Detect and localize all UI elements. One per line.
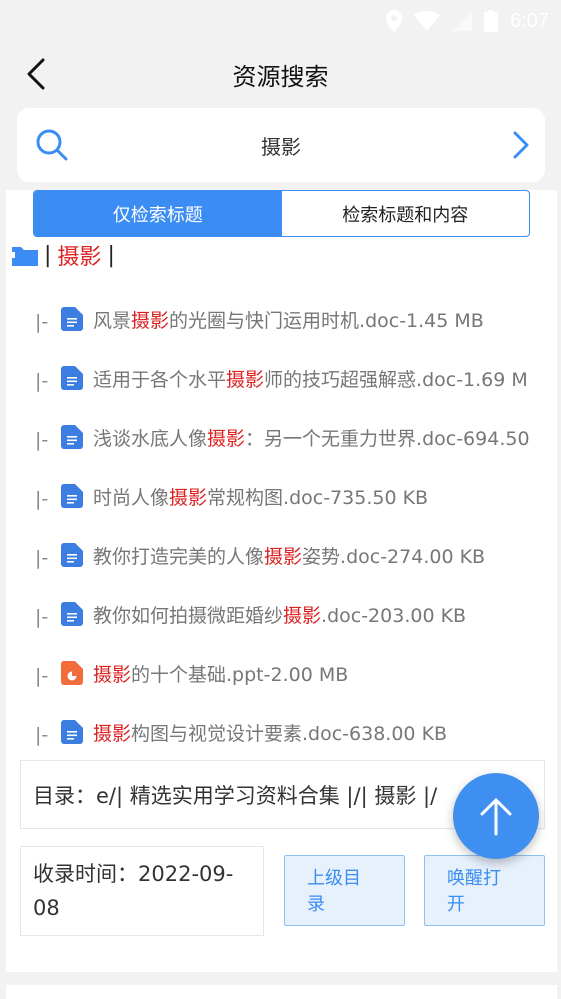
scroll-to-top-button[interactable] <box>453 773 539 859</box>
record-time-line1: 收录时间：2022-09- <box>33 862 234 886</box>
parent-directory-label-1: 上级目 <box>307 868 361 889</box>
doc-file-icon <box>61 307 83 331</box>
chevron-left-icon <box>27 58 45 90</box>
signal-icon <box>452 11 473 31</box>
search-bar[interactable]: 摄影 <box>17 108 545 182</box>
arrow-up-icon <box>480 798 512 836</box>
folder-row[interactable]: | 摄影 | <box>12 240 115 270</box>
app-bar: 资源搜索 <box>0 42 561 106</box>
folder-sep-left: | <box>44 242 52 268</box>
search-mode-toggle: 仅检索标题 检索标题和内容 <box>33 190 530 237</box>
tab-title-only[interactable]: 仅检索标题 <box>34 191 282 236</box>
record-time-line2: 08 <box>33 896 60 920</box>
wifi-icon <box>414 11 441 31</box>
file-name: 浅谈水底人像摄影：另一个无重力世界.doc-694.50 <box>93 427 530 450</box>
file-name: 时尚人像摄影常规构图.doc-735.50 KB <box>93 486 429 509</box>
file-item[interactable]: |- 浅谈水底人像摄影：另一个无重力世界.doc-694.50 <box>35 412 545 462</box>
file-name: 教你打造完美的人像摄影姿势.doc-274.00 KB <box>93 545 486 568</box>
file-prefix: |- <box>35 606 49 628</box>
file-item[interactable]: |- 教你如何拍摄微距婚纱摄影.doc-203.00 KB <box>35 589 545 639</box>
search-query[interactable]: 摄影 <box>261 131 301 160</box>
folder-sep-right: | <box>107 242 115 268</box>
file-item[interactable]: |- 摄影构图与视觉设计要素.doc-638.00 KB <box>35 707 545 757</box>
folder-name: 摄影 <box>57 245 102 270</box>
doc-file-icon <box>61 602 83 626</box>
file-item[interactable]: |- 风景摄影的光圈与快门运用时机.doc-1.45 MB <box>35 294 545 344</box>
file-name: 摄影的十个基础.ppt-2.00 MB <box>93 663 349 686</box>
parent-directory-label-2: 录 <box>307 894 325 915</box>
wake-open-label-1: 唤醒打 <box>447 868 501 889</box>
file-prefix: |- <box>35 488 49 510</box>
parent-directory-button[interactable]: 上级目 录 <box>284 855 405 926</box>
doc-file-icon <box>61 366 83 390</box>
file-prefix: |- <box>35 724 49 746</box>
ppt-file-icon <box>61 661 83 685</box>
next-result-card <box>6 985 557 999</box>
file-item[interactable]: |- 时尚人像摄影常规构图.doc-735.50 KB <box>35 471 545 521</box>
status-bar: 6:07 <box>0 0 561 42</box>
folder-icon <box>12 247 38 266</box>
file-name: 适用于各个水平摄影师的技巧超强解惑.doc-1.69 M <box>93 368 528 391</box>
file-item[interactable]: |- 教你打造完美的人像摄影姿势.doc-274.00 KB <box>35 530 545 580</box>
doc-file-icon <box>61 484 83 508</box>
page-title: 资源搜索 <box>232 62 329 91</box>
chevron-right-icon[interactable] <box>505 130 535 160</box>
doc-file-icon <box>61 425 83 449</box>
doc-file-icon <box>61 720 83 744</box>
wake-open-button[interactable]: 唤醒打 开 <box>424 855 545 926</box>
file-item[interactable]: |- 适用于各个水平摄影师的技巧超强解惑.doc-1.69 M <box>35 353 545 403</box>
file-prefix: |- <box>35 311 49 333</box>
file-prefix: |- <box>35 370 49 392</box>
file-name: 风景摄影的光圈与快门运用时机.doc-1.45 MB <box>93 309 484 332</box>
battery-icon <box>484 10 499 32</box>
location-icon <box>386 10 403 32</box>
file-prefix: |- <box>35 547 49 569</box>
doc-file-icon <box>61 543 83 567</box>
file-prefix: |- <box>35 665 49 687</box>
wake-open-label-2: 开 <box>447 894 465 915</box>
file-name: 教你如何拍摄微距婚纱摄影.doc-203.00 KB <box>93 604 467 627</box>
file-prefix: |- <box>35 429 49 451</box>
back-button[interactable] <box>18 56 54 92</box>
record-time: 收录时间：2022-09- 08 <box>20 846 264 936</box>
file-item[interactable]: |- 摄影的十个基础.ppt-2.00 MB <box>35 648 545 698</box>
file-name: 摄影构图与视觉设计要素.doc-638.00 KB <box>93 722 448 745</box>
status-time: 6:07 <box>510 9 549 32</box>
search-icon[interactable] <box>35 128 69 162</box>
tab-title-and-content[interactable]: 检索标题和内容 <box>282 191 530 236</box>
